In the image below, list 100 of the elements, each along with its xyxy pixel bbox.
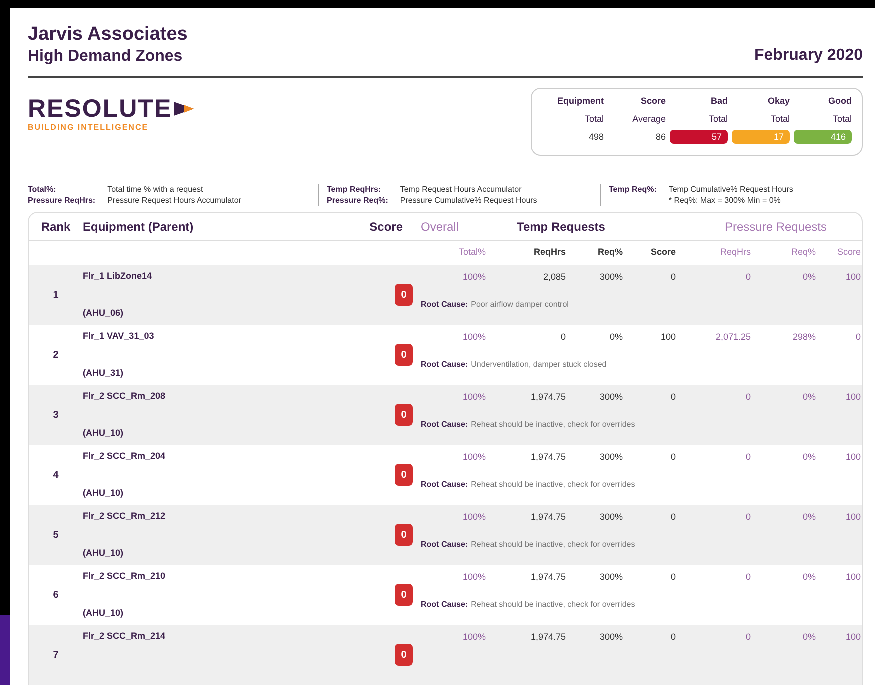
root-cause-text: Poor airflow damper control [471, 298, 569, 310]
legend-term: Temp ReqHrs: [327, 184, 382, 195]
equipment-name: Flr_2 SCC_Rm_214 [83, 630, 167, 643]
table-cell-text: 1,974.75 [530, 391, 566, 404]
root-cause-label: Root Cause: [421, 418, 468, 430]
count-badge: 17 [732, 130, 790, 144]
summary-sublabel: Average [632, 112, 666, 126]
equipment-name: Flr_2 SCC_Rm_208 [83, 390, 167, 403]
rank-cell-text: 2 [52, 348, 60, 362]
summary-sublabel: Total [770, 112, 790, 126]
legend-definition: Temp Request Hours Accumulator [400, 184, 523, 195]
table-cell-text: 2,071.25 [714, 331, 751, 344]
summary-sublabel: Total [708, 112, 728, 126]
table-cell-text: 0% [802, 391, 816, 404]
column-header: ReqHrs [719, 246, 751, 260]
rank-cell-text: 3 [52, 408, 60, 422]
column-header: Req% [596, 246, 623, 260]
column-group-header: Temp Requests [516, 218, 606, 236]
table-cell-text: 100 [844, 271, 861, 284]
report-title: High Demand Zones [28, 47, 184, 67]
table-cell-text: 0 [744, 571, 751, 584]
summary-label: Score [640, 95, 666, 108]
equipment-name: Flr_2 SCC_Rm_212 [83, 510, 167, 523]
summary-value: 86 [656, 131, 666, 144]
root-cause-label: Root Cause: [421, 538, 468, 550]
table-cell-text: 100 [844, 451, 861, 464]
table-cell-text: 100 [660, 331, 676, 344]
legend-term: Temp Req%: [609, 184, 657, 195]
column-header: Score [368, 218, 404, 236]
summary-value: 498 [588, 131, 604, 144]
legend-note: * Req%: Max = 300% Min = 0% [668, 195, 782, 206]
rank-cell-text: 1 [52, 288, 60, 302]
rank-cell-text: 7 [52, 648, 60, 662]
root-cause-text: Reheat should be inactive, check for overrides [471, 478, 636, 490]
table-cell-text: 100% [462, 331, 486, 344]
parent-name: (AHU_31) [83, 366, 125, 380]
summary-sublabel: Total [584, 112, 604, 126]
legend-definition: Total time % with a request [108, 184, 204, 195]
table-cell-text: 1,974.75 [530, 631, 566, 644]
parent-name: (AHU_10) [83, 546, 125, 560]
equipment-name: Flr_2 SCC_Rm_210 [83, 570, 167, 583]
column-header: Equipment (Parent) [83, 218, 195, 236]
score-badge: 0 [395, 464, 413, 486]
summary-label: Okay [768, 95, 790, 108]
table-cell-text: 0% [802, 511, 816, 524]
legend-term: Pressure Req%: [327, 195, 388, 206]
table-cell-text: 298% [792, 331, 816, 344]
table-cell-text: 100% [462, 631, 486, 644]
column-header: Rank [40, 218, 72, 236]
table-cell-text: 2,085 [542, 271, 566, 284]
table-cell-text: 100 [844, 571, 861, 584]
root-cause-text: Reheat should be inactive, check for overrides [471, 418, 636, 430]
score-badge: 0 [395, 524, 413, 546]
summary-label: Equipment [558, 95, 604, 108]
root-cause-label: Root Cause: [421, 598, 468, 610]
column-group-header: Overall [420, 218, 460, 236]
count-badge: 416 [794, 130, 852, 144]
root-cause-label: Root Cause: [421, 478, 468, 490]
summary-label: Good [828, 95, 852, 108]
table-cell-text: 0 [670, 571, 676, 584]
table-cell-text: 0% [802, 571, 816, 584]
score-badge: 0 [395, 584, 413, 606]
arrow-icon [174, 102, 194, 116]
column-header: ReqHrs [532, 246, 566, 260]
table-cell-text: 0% [608, 331, 623, 344]
column-header: Score [650, 246, 676, 260]
table-cell-text: 100 [844, 511, 861, 524]
summary-sublabel: Total [832, 112, 852, 126]
score-badge: 0 [395, 404, 413, 426]
table-cell-text: 0 [670, 391, 676, 404]
table-cell-text: 0 [744, 631, 751, 644]
table-cell-text: 0% [802, 631, 816, 644]
table-cell-text: 0 [744, 271, 751, 284]
score-badge: 0 [395, 284, 413, 306]
table-cell-text: 100 [844, 391, 861, 404]
company-name: Jarvis Associates [28, 24, 188, 46]
table-cell-text: 1,974.75 [530, 451, 566, 464]
column-header: Req% [790, 246, 816, 260]
table-cell-text: 100 [844, 631, 861, 644]
table-cell-text: 300% [598, 631, 623, 644]
root-cause-text: Reheat should be inactive, check for overrides [471, 538, 636, 550]
table-cell-text: 100% [462, 451, 486, 464]
table-cell-text: 300% [598, 571, 623, 584]
rank-cell-text: 6 [52, 588, 60, 602]
table-cell-text: 0 [744, 391, 751, 404]
table-cell-text: 0 [670, 451, 676, 464]
rank-cell-text: 5 [52, 528, 60, 542]
table-cell-text: 100% [462, 511, 486, 524]
legend-term: Total%: [28, 184, 58, 195]
table-cell-text: 0 [744, 511, 751, 524]
parent-name: (AHU_06) [83, 306, 125, 320]
table-cell-text: 1,974.75 [530, 571, 566, 584]
table-cell-text: 300% [598, 391, 623, 404]
table-cell-text: 100% [462, 571, 486, 584]
table-cell-text: 0 [854, 331, 861, 344]
table-cell-text: 300% [598, 511, 623, 524]
score-badge: 0 [395, 344, 413, 366]
count-badge: 57 [670, 130, 728, 144]
root-cause-label: Root Cause: [421, 298, 468, 310]
parent-name: (AHU_10) [83, 606, 125, 620]
